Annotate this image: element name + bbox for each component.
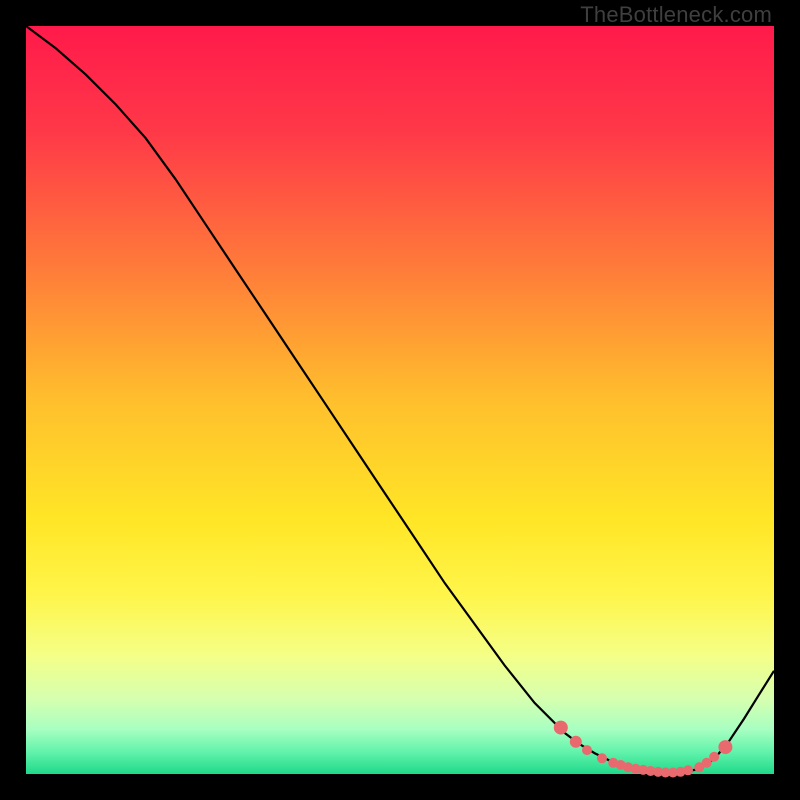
- data-marker: [597, 753, 607, 763]
- curve-layer: [26, 26, 774, 774]
- data-markers: [554, 721, 733, 778]
- plot-area: [26, 26, 774, 774]
- data-marker: [709, 752, 719, 762]
- watermark-text: TheBottleneck.com: [580, 2, 772, 28]
- data-marker: [718, 740, 732, 754]
- chart-container: TheBottleneck.com: [0, 0, 800, 800]
- bottleneck-curve: [26, 26, 774, 773]
- data-marker: [554, 721, 568, 735]
- data-marker: [570, 736, 582, 748]
- data-marker: [683, 765, 693, 775]
- data-marker: [582, 745, 592, 755]
